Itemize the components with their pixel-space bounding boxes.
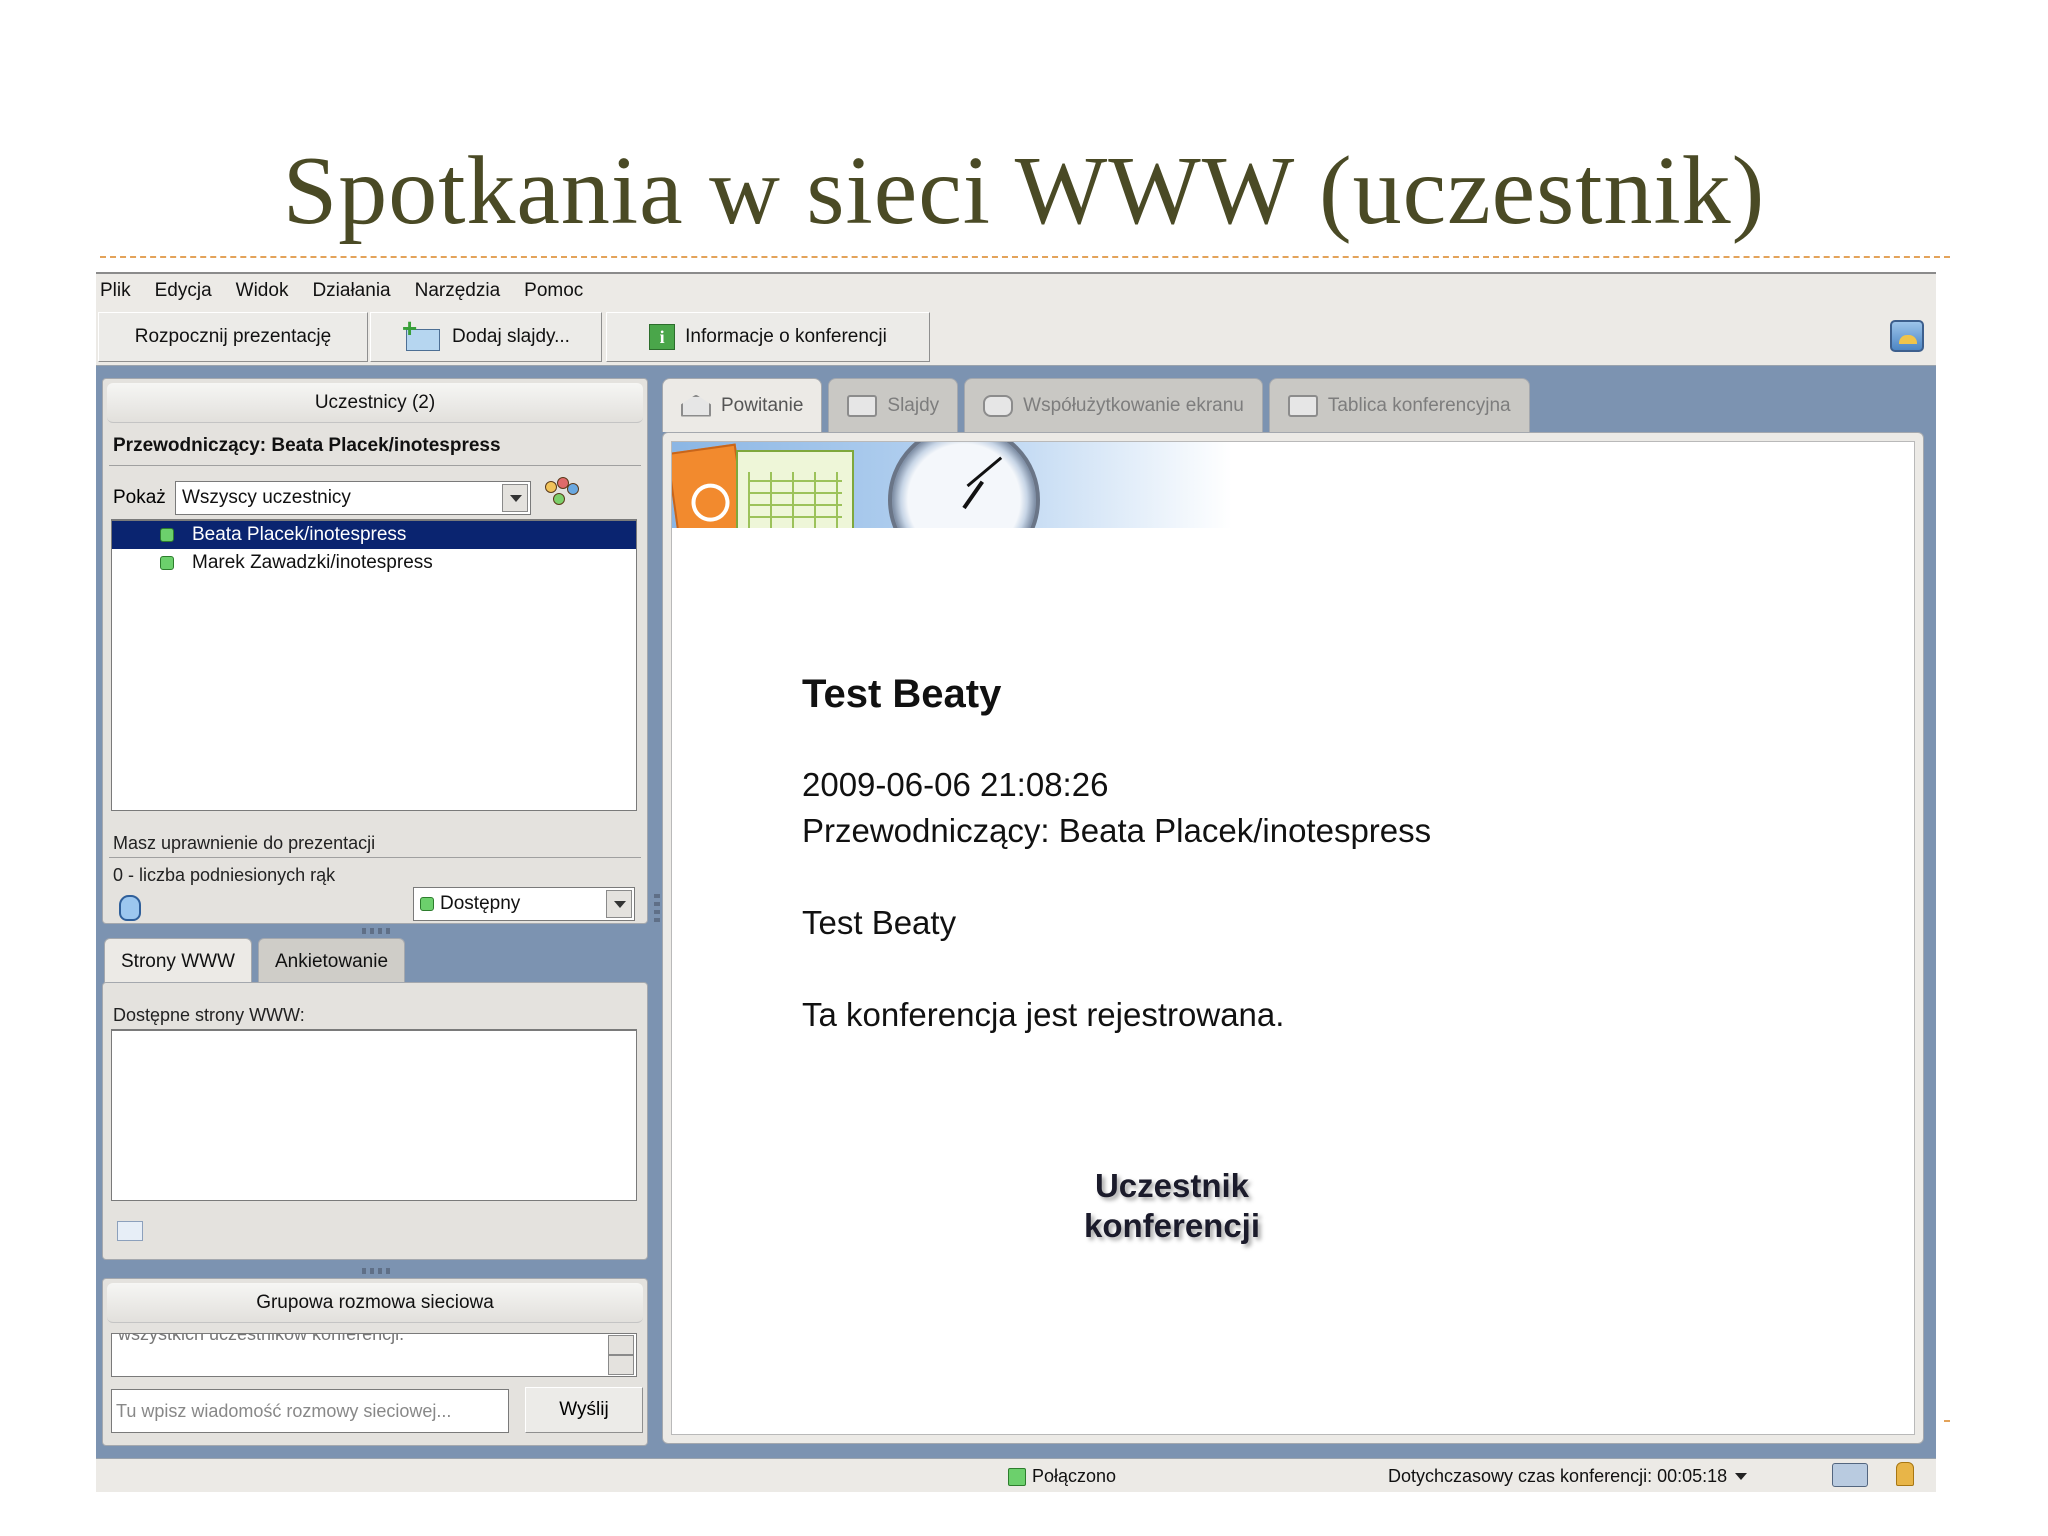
recording-notice: Ta konferencja jest rejestrowana. xyxy=(802,996,1285,1033)
vertical-resize-handle[interactable] xyxy=(654,892,660,922)
add-slides-icon xyxy=(402,313,442,351)
menu-edit[interactable]: Edycja xyxy=(155,280,212,302)
title-divider xyxy=(100,256,1950,258)
participants-panel: Uczestnicy (2) Przewodniczący: Beata Pla… xyxy=(102,378,648,924)
web-pages-list[interactable] xyxy=(111,1029,637,1201)
tab-screen-sharing[interactable]: Współużytkowanie ekranu xyxy=(964,378,1263,432)
meeting-datetime: 2009-06-06 21:08:26 xyxy=(802,766,1109,803)
chevron-down-icon[interactable] xyxy=(502,484,528,512)
raise-hand-icon[interactable] xyxy=(119,895,141,921)
monitor-icon xyxy=(983,394,1014,417)
meeting-description: Test Beaty xyxy=(802,904,957,941)
status-available-icon xyxy=(160,556,174,570)
callout-line-2: konferencji xyxy=(1083,1207,1261,1244)
participant-filter-value: Wszyscy uczestnicy xyxy=(182,487,351,508)
participant-callout: Uczestnik konferencji xyxy=(1052,1166,1292,1246)
toolbar: Rozpocznij prezentację Dodaj slajdy... i… xyxy=(96,308,1936,366)
chevron-down-icon[interactable] xyxy=(1735,1473,1748,1480)
chevron-down-icon[interactable] xyxy=(606,890,632,918)
conference-info-label: Informacje o konferencji xyxy=(685,326,887,347)
connected-icon xyxy=(1008,1467,1026,1486)
add-slides-button[interactable]: Dodaj slajdy... xyxy=(370,312,602,362)
chat-history[interactable]: wszystkich uczestników konferencji. xyxy=(111,1333,637,1377)
clock-icon xyxy=(888,442,1040,528)
chat-input[interactable]: Tu wpisz wiadomość rozmowy sieciowej... xyxy=(111,1389,509,1433)
divider xyxy=(109,857,641,858)
tab-slides[interactable]: Slajdy xyxy=(828,378,959,432)
tab-web-pages[interactable]: Strony WWW xyxy=(104,938,252,984)
show-label: Pokaż xyxy=(113,487,166,508)
connection-status-label: Połączono xyxy=(1032,1466,1117,1486)
status-value: Dostępny xyxy=(440,893,521,914)
menu-file[interactable]: Plik xyxy=(100,280,131,302)
spreadsheet-graphic-icon xyxy=(736,450,854,528)
slides-icon xyxy=(847,394,878,417)
tab-whiteboard-label: Tablica konferencyjna xyxy=(1327,394,1511,416)
group-chat-panel: Grupowa rozmowa sieciowa wszystkich ucze… xyxy=(102,1278,648,1446)
participants-list[interactable]: Beata Placek/inotespress Marek Zawadzki/… xyxy=(111,519,637,811)
add-slides-label: Dodaj slajdy... xyxy=(452,326,570,347)
status-available-icon xyxy=(420,897,434,911)
web-panel-tabs: Strony WWW Ankietowanie xyxy=(104,938,406,984)
tab-polling[interactable]: Ankietowanie xyxy=(258,938,406,984)
scroll-down-icon[interactable] xyxy=(608,1355,634,1375)
tab-whiteboard[interactable]: Tablica konferencyjna xyxy=(1268,378,1530,432)
main-tabs: Powitanie Slajdy Współużytkowanie ekranu… xyxy=(662,378,1530,432)
scroll-up-icon[interactable] xyxy=(608,1335,634,1355)
callout-line-1: Uczestnik xyxy=(1094,1167,1250,1204)
resize-handle[interactable] xyxy=(362,1268,390,1274)
divider xyxy=(109,465,641,466)
web-pages-panel: Dostępne strony WWW: xyxy=(102,982,648,1260)
home-icon xyxy=(681,394,711,417)
conference-info-button[interactable]: i Informacje o konferencji xyxy=(606,312,930,362)
menu-tools[interactable]: Narzędzia xyxy=(415,280,501,302)
status-available-icon xyxy=(160,528,174,542)
group-chat-header: Grupowa rozmowa sieciowa xyxy=(107,1283,643,1323)
connection-status: Połączono xyxy=(1008,1466,1116,1487)
chairperson-label: Przewodniczący: Beata Placek/inotespress xyxy=(113,435,501,456)
tab-welcome-label: Powitanie xyxy=(721,394,804,416)
web-list-icon[interactable] xyxy=(117,1221,143,1241)
elapsed-time-label: Dotychczasowy czas konferencji: 00:05:18 xyxy=(1388,1466,1728,1486)
info-icon: i xyxy=(649,324,676,350)
participant-name: Marek Zawadzki/inotespress xyxy=(192,552,433,573)
menu-view[interactable]: Widok xyxy=(236,280,289,302)
menu-actions[interactable]: Działania xyxy=(312,280,390,302)
slide-corner-mark xyxy=(1944,1420,1950,1422)
start-presentation-label: Rozpocznij prezentację xyxy=(134,326,332,347)
slide-title: Spotkania w sieci WWW (uczestnik) xyxy=(282,137,1766,245)
status-bar: Połączono Dotychczasowy czas konferencji… xyxy=(96,1458,1936,1492)
sametime-meeting-window: Plik Edycja Widok Działania Narzędzia Po… xyxy=(96,272,1936,1492)
meeting-chair: Przewodniczący: Beata Placek/inotespress xyxy=(802,812,1432,849)
tab-slides-label: Slajdy xyxy=(887,394,940,416)
send-button[interactable]: Wyślij xyxy=(525,1387,643,1433)
welcome-page: Test Beaty 2009-06-06 21:08:26 Przewodni… xyxy=(671,441,1915,1435)
chat-history-text: wszystkich uczestników konferencji. xyxy=(118,1333,405,1344)
meeting-title: Test Beaty xyxy=(802,672,1002,716)
menu-help[interactable]: Pomoc xyxy=(524,280,583,302)
available-pages-label: Dostępne strony WWW: xyxy=(113,1005,305,1025)
raised-hands-count: 0 - liczba podniesionych rąk xyxy=(113,865,336,885)
participant-name: Beata Placek/inotespress xyxy=(192,524,407,545)
welcome-banner xyxy=(672,442,1232,528)
screen-display-icon[interactable] xyxy=(1890,320,1924,352)
start-presentation-button[interactable]: Rozpocznij prezentację xyxy=(98,312,368,362)
tab-screen-sharing-label: Współużytkowanie ekranu xyxy=(1023,394,1244,416)
elapsed-time[interactable]: Dotychczasowy czas konferencji: 00:05:18 xyxy=(1388,1466,1748,1487)
participant-row[interactable]: Beata Placek/inotespress xyxy=(112,521,636,549)
whiteboard-icon xyxy=(1287,394,1318,417)
lock-icon[interactable] xyxy=(1896,1462,1914,1486)
status-select[interactable]: Dostępny xyxy=(413,887,635,921)
people-icon[interactable] xyxy=(545,477,581,509)
video-camera-icon[interactable] xyxy=(1832,1463,1868,1487)
resize-handle[interactable] xyxy=(362,928,390,934)
main-content-frame: Test Beaty 2009-06-06 21:08:26 Przewodni… xyxy=(662,432,1924,1444)
participant-row[interactable]: Marek Zawadzki/inotespress xyxy=(112,549,636,577)
tab-welcome[interactable]: Powitanie xyxy=(662,378,823,432)
participant-filter-select[interactable]: Wszyscy uczestnicy xyxy=(175,481,531,515)
presentation-permission-text: Masz uprawnienie do prezentacji xyxy=(113,833,376,853)
participants-header: Uczestnicy (2) xyxy=(107,383,643,423)
menu-bar: Plik Edycja Widok Działania Narzędzia Po… xyxy=(96,272,1936,308)
